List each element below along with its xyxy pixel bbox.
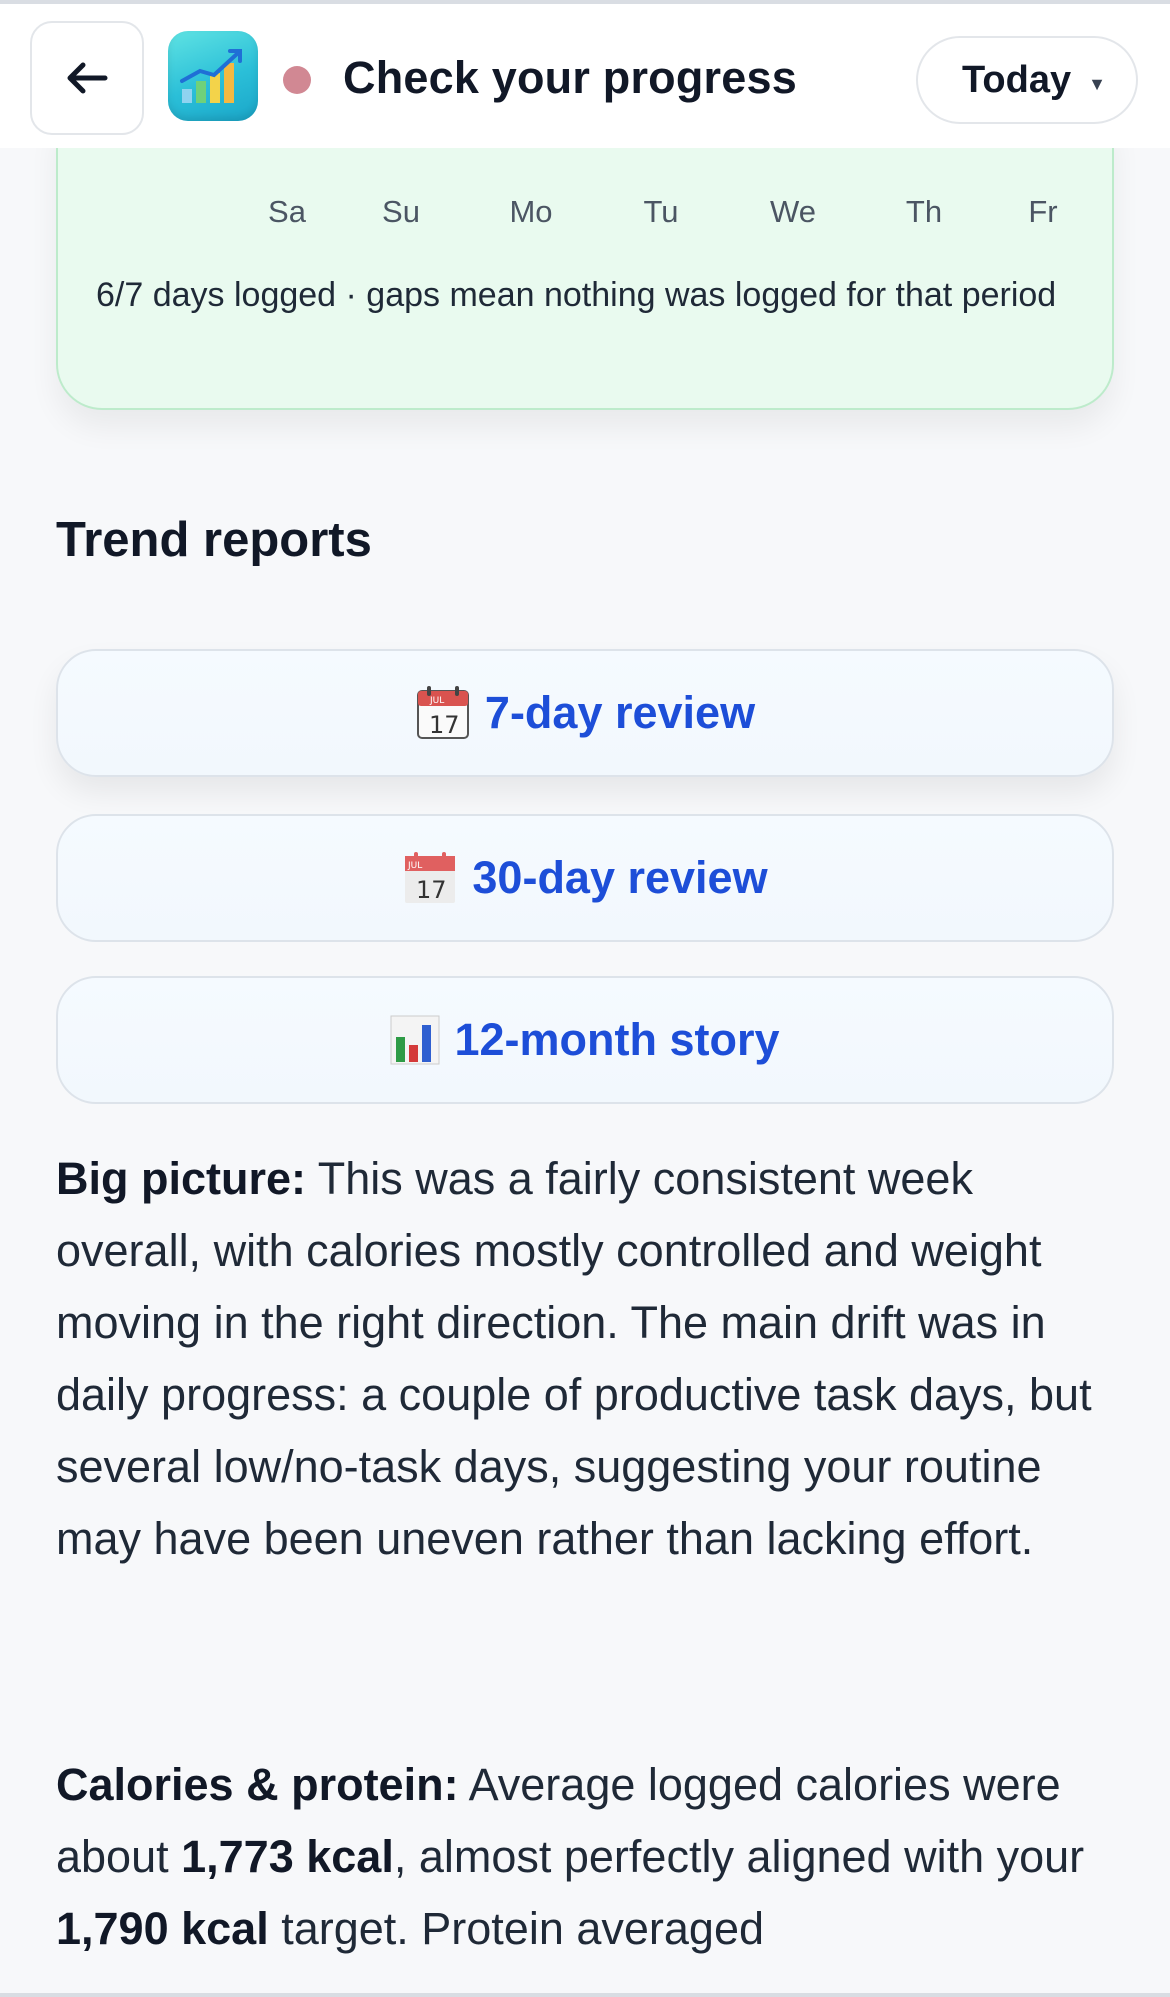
average-kcal-value: 1,773 kcal xyxy=(181,1831,394,1882)
seven-day-review-label: 7-day review xyxy=(484,687,756,738)
svg-text:JUL: JUL xyxy=(429,696,444,706)
progress-page: Check your progress Today ▼ Sa Su Mo Tu … xyxy=(0,0,1170,1997)
page-title: Check your progress xyxy=(343,52,797,103)
calories-protein-heading: Calories & protein: xyxy=(56,1759,459,1810)
big-picture-heading: Big picture: xyxy=(56,1153,307,1204)
range-selector-value: Today xyxy=(962,58,1072,101)
calendar-icon: JUL 17 xyxy=(416,686,469,739)
arrow-left-icon xyxy=(67,62,108,94)
weekday-label: Th xyxy=(905,194,943,229)
top-bar: Check your progress Today ▼ xyxy=(0,0,1170,148)
back-button[interactable] xyxy=(30,21,144,135)
trend-reports-heading: Trend reports xyxy=(56,513,372,567)
calories-text-2: , almost perfectly aligned with your xyxy=(393,1831,1085,1882)
big-picture-text: This was a fairly consistent week overal… xyxy=(56,1153,1092,1564)
weekday-label: Tu xyxy=(643,194,679,229)
thirty-day-review-button[interactable]: JUL 17 30-day review xyxy=(56,814,1114,942)
bottom-divider xyxy=(0,1993,1170,1997)
bar-chart-icon xyxy=(390,1015,440,1065)
calories-protein-paragraph: Calories & protein: Average logged calor… xyxy=(56,1749,1116,1965)
weekday-label: We xyxy=(770,194,816,229)
big-picture-paragraph: Big picture: This was a fairly consisten… xyxy=(56,1143,1116,1575)
calories-text-3: target. Protein averaged xyxy=(268,1903,765,1954)
twelve-month-story-button[interactable]: 12-month story xyxy=(56,976,1114,1104)
thirty-day-review-label: 30-day review xyxy=(472,852,768,903)
weekday-label: Su xyxy=(382,194,420,229)
calendar-icon: JUL 17 xyxy=(405,852,456,904)
twelve-month-story-label: 12-month story xyxy=(454,1014,780,1065)
app-icon-graphic xyxy=(180,49,242,103)
target-kcal-value: 1,790 kcal xyxy=(56,1903,269,1954)
status-dot xyxy=(283,66,311,94)
seven-day-review-button[interactable]: JUL 17 7-day review xyxy=(56,649,1114,777)
svg-text:17: 17 xyxy=(416,876,447,904)
weekday-label: Sa xyxy=(268,194,306,229)
svg-text:17: 17 xyxy=(429,711,460,739)
logging-calendar-card: Sa Su Mo Tu We Th Fr 6/7 days logged · g… xyxy=(56,120,1114,410)
weekday-label: Fr xyxy=(1028,194,1058,229)
caret-down-icon: ▼ xyxy=(1088,74,1106,94)
calendar-note: 6/7 days logged · gaps mean nothing was … xyxy=(96,276,1057,314)
svg-text:JUL: JUL xyxy=(407,861,422,871)
range-selector[interactable]: Today ▼ xyxy=(916,36,1138,124)
weekday-label: Mo xyxy=(509,194,553,229)
progress-chart-app-icon xyxy=(168,31,258,121)
